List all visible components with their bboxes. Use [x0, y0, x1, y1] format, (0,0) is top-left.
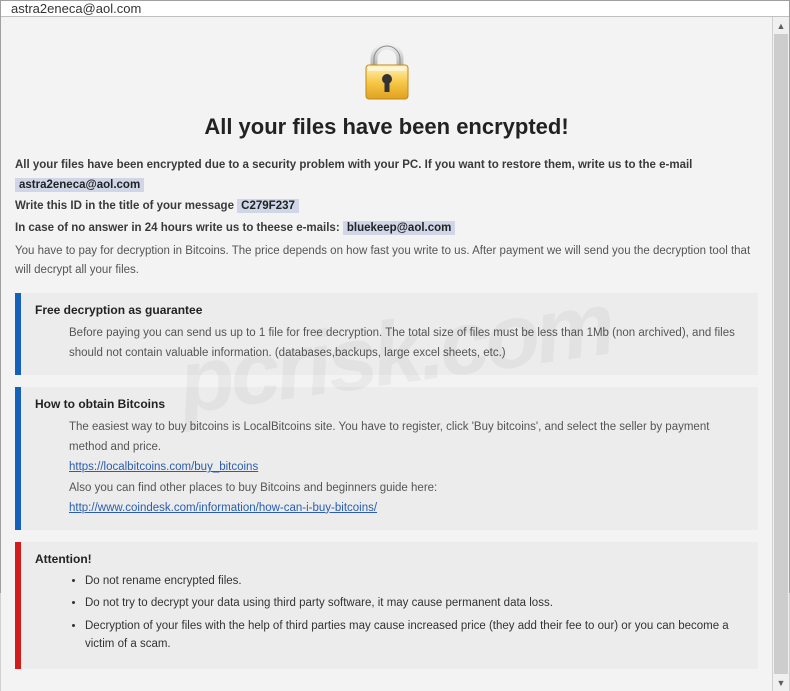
section-free-title: Free decryption as guarantee: [35, 303, 744, 317]
intro-line-3: In case of no answer in 24 hours write u…: [15, 219, 758, 239]
scroll-up-button[interactable]: ▲: [773, 17, 789, 34]
section-attention-title: Attention!: [35, 552, 744, 566]
ransom-window: astra2eneca@aol.com pcrisk.com: [0, 0, 790, 593]
section-btc-title: How to obtain Bitcoins: [35, 397, 744, 411]
btc-line-1: The easiest way to buy bitcoins is Local…: [69, 417, 744, 457]
scroll-down-button[interactable]: ▼: [773, 674, 789, 691]
vertical-scrollbar[interactable]: ▲ ▼: [772, 17, 789, 691]
lock-icon: [354, 37, 420, 106]
intro-line-2-text: Write this ID in the title of your messa…: [15, 200, 237, 212]
lock-icon-wrap: [15, 37, 758, 106]
list-item: Do not rename encrypted files.: [85, 572, 744, 590]
window-title: astra2eneca@aol.com: [11, 1, 141, 16]
content-pane: pcrisk.com: [1, 17, 772, 691]
email-1: astra2eneca@aol.com: [15, 178, 144, 192]
btc-link-1[interactable]: https://localbitcoins.com/buy_bitcoins: [69, 461, 258, 473]
chevron-up-icon: ▲: [777, 21, 786, 31]
section-btc-body: The easiest way to buy bitcoins is Local…: [35, 417, 744, 518]
titlebar: astra2eneca@aol.com: [1, 1, 789, 17]
section-free-decryption: Free decryption as guarantee Before payi…: [15, 293, 758, 375]
intro-line-3-text: In case of no answer in 24 hours write u…: [15, 222, 343, 234]
intro-line-2: Write this ID in the title of your messa…: [15, 197, 758, 217]
scroll-thumb[interactable]: [774, 34, 788, 674]
list-item: Do not try to decrypt your data using th…: [85, 594, 744, 612]
intro-line-1: All your files have been encrypted due t…: [15, 156, 758, 195]
email-2: bluekeep@aol.com: [343, 221, 456, 235]
section-obtain-bitcoins: How to obtain Bitcoins The easiest way t…: [15, 387, 758, 530]
chevron-down-icon: ▼: [777, 678, 786, 688]
pay-line: You have to pay for decryption in Bitcoi…: [15, 242, 758, 279]
message-id: C279F237: [237, 199, 299, 213]
intro-line-1-text: All your files have been encrypted due t…: [15, 159, 692, 171]
content-wrapper: pcrisk.com: [1, 17, 789, 691]
section-free-body: Before paying you can send us up to 1 fi…: [35, 323, 744, 363]
main-heading: All your files have been encrypted!: [15, 114, 758, 140]
section-attention: Attention! Do not rename encrypted files…: [15, 542, 758, 670]
attention-list: Do not rename encrypted files. Do not tr…: [35, 572, 744, 654]
btc-link-2[interactable]: http://www.coindesk.com/information/how-…: [69, 502, 377, 514]
list-item: Decryption of your files with the help o…: [85, 617, 744, 654]
btc-line-2: Also you can find other places to buy Bi…: [69, 478, 744, 498]
